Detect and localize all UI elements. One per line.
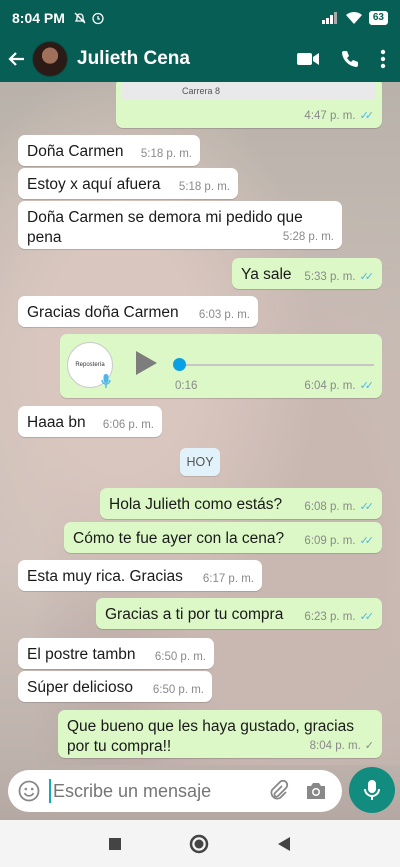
audio-seek-handle[interactable]	[173, 358, 186, 371]
message-incoming[interactable]: Doña Carmen 5:18 p. m.	[18, 135, 200, 166]
message-time: 5:18 p. m.	[178, 181, 230, 193]
message-text: Gracias doña Carmen	[27, 304, 179, 321]
read-ticks-icon: ✓✓	[359, 380, 375, 392]
message-composer	[8, 770, 342, 812]
message-text: Hola Julieth como estás?	[109, 496, 283, 513]
message-text: Esta muy rica. Gracias	[27, 568, 183, 585]
attach-icon[interactable]	[267, 780, 289, 802]
mic-icon	[364, 780, 380, 800]
battery-icon: 63	[368, 11, 388, 25]
nav-recents-icon[interactable]	[109, 837, 121, 850]
message-time: 5:28 p. m.	[282, 231, 334, 243]
wifi-icon	[345, 11, 362, 24]
message-incoming[interactable]: Doña Carmen se demora mi pedido que pena …	[18, 201, 342, 249]
chat-area[interactable]: Carrera 8 4:47 p. m. ✓✓ Doña Carmen 5:18 …	[0, 82, 400, 765]
message-audio[interactable]: Repostería 0:16 6:04 p. m. ✓✓	[60, 334, 382, 398]
phone-icon[interactable]	[340, 49, 360, 69]
mic-button[interactable]	[349, 767, 395, 813]
text-cursor	[49, 779, 51, 803]
message-time: 6:09 p. m.	[304, 534, 356, 547]
map-label: Carrera 8	[182, 86, 221, 96]
message-text: Doña Carmen se demora mi pedido que pena	[27, 209, 303, 246]
message-text: Súper delicioso	[27, 679, 133, 696]
message-time: 6:04 p. m.	[304, 379, 356, 392]
message-outgoing[interactable]: Cómo te fue ayer con la cena? 6:09 p. m.…	[64, 522, 382, 553]
read-ticks-icon: ✓✓	[359, 501, 375, 513]
mic-icon	[101, 374, 111, 388]
message-incoming[interactable]: Súper delicioso 6:50 p. m.	[18, 671, 212, 702]
message-location[interactable]: Carrera 8 4:47 p. m. ✓✓	[116, 82, 382, 128]
message-incoming[interactable]: El postre tambn 6:50 p. m.	[18, 638, 214, 669]
avatar[interactable]	[32, 41, 68, 77]
status-time: 8:04 PM	[12, 10, 65, 26]
read-ticks-icon: ✓✓	[359, 271, 375, 283]
system-nav-bar	[0, 820, 400, 867]
message-time: 6:03 p. m.	[198, 309, 250, 321]
signal-icon	[321, 12, 337, 24]
message-outgoing[interactable]: Ya sale 5:33 p. m. ✓✓	[232, 258, 382, 289]
message-time: 4:47 p. m.	[304, 109, 356, 122]
play-icon[interactable]	[134, 350, 158, 376]
audio-duration: 0:16	[175, 380, 198, 392]
message-incoming[interactable]: Gracias doña Carmen 6:03 p. m.	[18, 296, 258, 327]
message-time: 5:33 p. m.	[304, 270, 356, 283]
sent-tick-icon: ✓	[364, 740, 374, 752]
nav-back-icon[interactable]	[277, 836, 291, 852]
audio-progress-track[interactable]	[184, 364, 374, 366]
read-ticks-icon: ✓✓	[359, 535, 375, 547]
message-time: 6:23 p. m.	[304, 610, 356, 623]
message-time: 6:06 p. m.	[102, 419, 154, 431]
message-text: Doña Carmen	[27, 143, 124, 160]
message-time: 6:17 p. m.	[202, 573, 254, 585]
more-vert-icon[interactable]	[380, 49, 386, 69]
map-preview[interactable]: Carrera 8	[122, 82, 376, 100]
message-time: 8:04 p. m.	[309, 739, 361, 752]
message-incoming[interactable]: Haaa bn 6:06 p. m.	[18, 406, 162, 437]
message-text: Ya sale	[241, 266, 292, 283]
message-text: Haaa bn	[27, 414, 86, 431]
back-button[interactable]	[2, 49, 32, 69]
message-text: Cómo te fue ayer con la cena?	[73, 530, 285, 547]
message-text: Gracias a ti por tu compra	[105, 606, 284, 623]
message-incoming[interactable]: Estoy x aquí afuera 5:18 p. m.	[18, 168, 238, 199]
camera-icon[interactable]	[305, 781, 327, 801]
mute-icon	[74, 12, 86, 24]
read-ticks-icon: ✓✓	[359, 110, 375, 122]
message-outgoing[interactable]: Que bueno que les haya gustado, gracias p…	[58, 710, 382, 758]
status-bar: 8:04 PM 63	[0, 0, 400, 36]
alarm-icon	[92, 12, 104, 25]
video-call-icon[interactable]	[296, 51, 320, 67]
nav-home-icon[interactable]	[189, 834, 209, 854]
message-outgoing[interactable]: Hola Julieth como estás? 6:08 p. m. ✓✓	[100, 488, 382, 519]
message-outgoing[interactable]: Gracias a ti por tu compra 6:23 p. m. ✓✓	[96, 598, 382, 629]
message-time: 6:50 p. m.	[154, 651, 206, 663]
message-time: 6:08 p. m.	[304, 500, 356, 513]
chat-header: Julieth Cena	[0, 36, 400, 82]
day-divider: HOY	[180, 448, 220, 476]
message-text: Estoy x aquí afuera	[27, 176, 161, 193]
back-arrow-icon	[8, 52, 24, 66]
message-time: 6:50 p. m.	[152, 684, 204, 696]
read-ticks-icon: ✓✓	[359, 611, 375, 623]
emoji-icon[interactable]	[18, 780, 40, 802]
message-incoming[interactable]: Esta muy rica. Gracias 6:17 p. m.	[18, 560, 262, 591]
message-input[interactable]	[53, 780, 253, 802]
contact-name[interactable]: Julieth Cena	[77, 48, 190, 70]
message-text: El postre tambn	[27, 646, 136, 663]
message-time: 5:18 p. m.	[140, 148, 192, 160]
